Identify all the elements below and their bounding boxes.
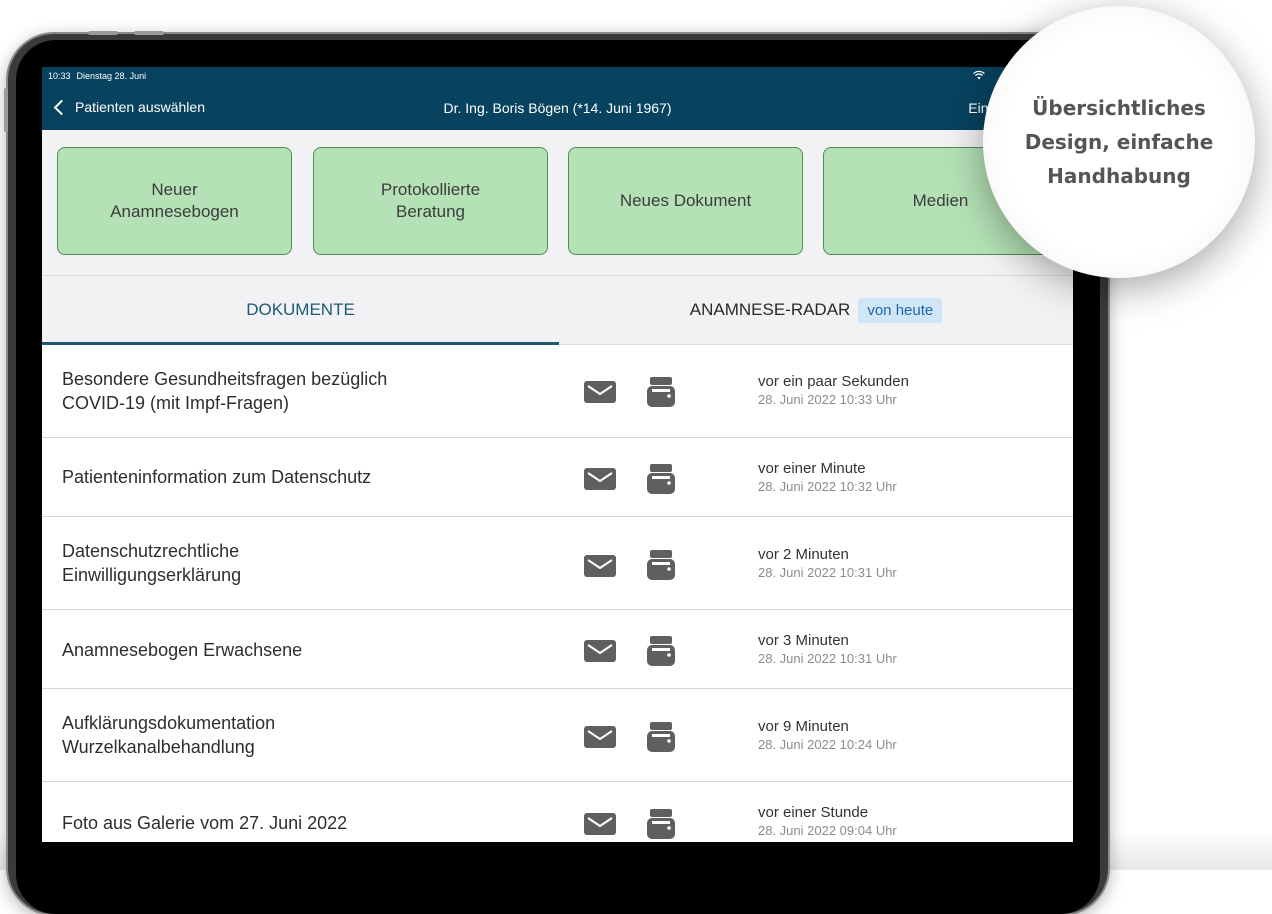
- volume-button: [134, 31, 164, 35]
- document-title: Datenschutzrechtliche Einwilligungserklä…: [62, 541, 242, 585]
- document-row[interactable]: Datenschutzrechtliche Einwilligungserklä…: [42, 517, 1073, 610]
- tab-radar-label: ANAMNESE-RADAR: [689, 300, 851, 319]
- tab-documents-label: DOKUMENTE: [246, 300, 355, 319]
- print-icon[interactable]: [647, 464, 675, 494]
- document-title: Patienteninformation zum Datenschutz: [62, 467, 372, 487]
- action-bar: Neuer Anamnesebogen Protokollierte Berat…: [42, 130, 1073, 276]
- document-timestamp: 28. Juni 2022 09:04 Uhr: [758, 823, 897, 838]
- tab-anamnesis-radar[interactable]: ANAMNESE-RADAR von heute: [559, 276, 1073, 344]
- document-timestamp: 28. Juni 2022 10:31 Uhr: [758, 565, 897, 580]
- mail-icon[interactable]: [584, 726, 616, 748]
- callout-text: Übersichtliches Design, einfache Handhab…: [1024, 96, 1214, 188]
- print-icon[interactable]: [647, 809, 675, 839]
- mail-icon[interactable]: [584, 813, 616, 835]
- print-icon[interactable]: [647, 550, 675, 580]
- document-row[interactable]: Besondere Gesundheitsfragen bezüglich CO…: [42, 345, 1073, 438]
- document-relative-time: vor 9 Minuten: [758, 718, 849, 735]
- document-relative-time: vor einer Minute: [758, 460, 866, 477]
- new-document-button[interactable]: Neues Dokument: [568, 147, 803, 255]
- document-timestamp: 28. Juni 2022 10:33 Uhr: [758, 392, 897, 407]
- status-date: Dienstag 28. Juni: [76, 71, 147, 81]
- status-bar: 10:33 Dienstag 28. Juni: [42, 67, 1073, 85]
- logged-consultation-button[interactable]: Protokollierte Beratung: [313, 147, 548, 255]
- document-timestamp: 28. Juni 2022 10:24 Uhr: [758, 737, 897, 752]
- document-title: Anamnesebogen Erwachsene: [62, 640, 303, 660]
- mail-icon[interactable]: [584, 640, 616, 662]
- print-icon[interactable]: [647, 722, 675, 752]
- app-screen: 10:33 Dienstag 28. Juni Patienten auswäh…: [42, 67, 1073, 842]
- side-button: [4, 88, 8, 132]
- volume-button: [88, 31, 118, 35]
- wifi-icon: [973, 70, 985, 83]
- radar-badge: von heute: [858, 297, 943, 323]
- document-title: Aufklärungsdokumentation Wurzelkanalbeha…: [62, 713, 276, 757]
- document-relative-time: vor 3 Minuten: [758, 632, 849, 649]
- patient-title: Dr. Ing. Boris Bögen (*14. Juni 1967): [443, 100, 672, 116]
- document-relative-time: vor ein paar Sekunden: [758, 373, 909, 390]
- mail-icon[interactable]: [584, 468, 616, 490]
- document-relative-time: vor einer Stunde: [758, 804, 869, 821]
- mail-icon[interactable]: [584, 555, 616, 577]
- feature-callout: Übersichtliches Design, einfache Handhab…: [983, 6, 1255, 278]
- document-row[interactable]: Foto aus Galerie vom 27. Juni 2022 vor e…: [42, 782, 1073, 842]
- print-icon[interactable]: [647, 377, 675, 407]
- tab-documents[interactable]: DOKUMENTE: [42, 276, 559, 344]
- document-timestamp: 28. Juni 2022 10:31 Uhr: [758, 651, 897, 666]
- tab-bar: DOKUMENTE ANAMNESE-RADAR von heute: [42, 276, 1073, 345]
- document-title: Foto aus Galerie vom 27. Juni 2022: [62, 813, 348, 833]
- document-row[interactable]: Aufklärungsdokumentation Wurzelkanalbeha…: [42, 689, 1073, 782]
- document-row[interactable]: Patienteninformation zum Datenschutz vor…: [42, 438, 1073, 517]
- new-anamnesis-button[interactable]: Neuer Anamnesebogen: [57, 147, 292, 255]
- document-row[interactable]: Anamnesebogen Erwachsene vor 3 Minuten 2…: [42, 610, 1073, 689]
- document-title: Besondere Gesundheitsfragen bezüglich CO…: [62, 369, 388, 413]
- status-time: 10:33: [48, 71, 71, 81]
- document-timestamp: 28. Juni 2022 10:32 Uhr: [758, 479, 897, 494]
- document-relative-time: vor 2 Minuten: [758, 546, 849, 563]
- mail-icon[interactable]: [584, 381, 616, 403]
- navigation-bar: Patienten auswählen Dr. Ing. Boris Bögen…: [42, 85, 1073, 130]
- print-icon[interactable]: [647, 636, 675, 666]
